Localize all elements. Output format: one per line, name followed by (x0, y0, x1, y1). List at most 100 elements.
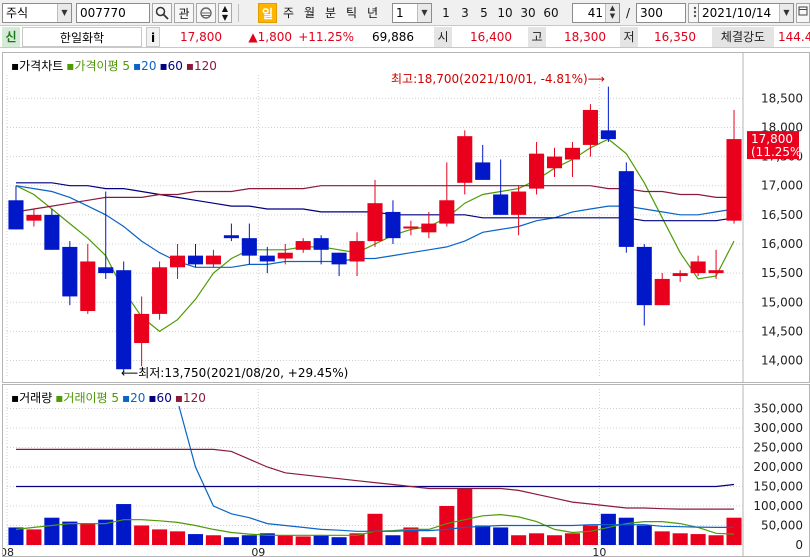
volume-bar[interactable] (169, 531, 186, 545)
volume-legend-item-2[interactable]: ▪20 (122, 391, 145, 405)
volume-bar[interactable] (152, 529, 168, 545)
volume-bar[interactable] (313, 535, 329, 545)
search-button[interactable] (152, 3, 172, 23)
volume-chart-canvas[interactable]: 0 50,000 100,000 150,000 200,000 250,000 300,0… (3, 385, 809, 556)
candle-body[interactable] (98, 267, 114, 274)
volume-bar[interactable] (708, 535, 724, 545)
volume-bar[interactable] (116, 504, 132, 545)
volume-bar[interactable] (582, 525, 598, 546)
candle-body[interactable] (690, 261, 706, 274)
candle-body[interactable] (475, 162, 491, 180)
price-legend-item-3[interactable]: ▪60 (159, 59, 182, 73)
price-legend-item-1[interactable]: ▪가격이평 5 (66, 59, 130, 73)
candle-body[interactable] (546, 156, 563, 169)
candle-body[interactable] (385, 211, 401, 239)
candle-body[interactable] (582, 109, 598, 145)
volume-bar[interactable] (475, 525, 491, 546)
volume-bar[interactable] (187, 534, 204, 545)
candle-body[interactable] (313, 238, 329, 250)
volume-bar[interactable] (546, 535, 563, 545)
candle-body[interactable] (511, 191, 527, 215)
count-total[interactable]: 300 (636, 3, 686, 23)
price-chart-panel[interactable]: 14,000 14,500 15,000 15,500 16,000 16,500 17,0… (2, 52, 810, 383)
volume-bar[interactable] (672, 533, 688, 545)
price-legend-item-2[interactable]: ▪20 (133, 59, 156, 73)
volume-legend-item-0[interactable]: ▪거래량 (11, 391, 52, 405)
volume-bar[interactable] (636, 525, 652, 546)
candle-body[interactable] (654, 278, 670, 306)
interval-tab-0[interactable]: 일 (258, 3, 277, 23)
period-button-30[interactable]: 30 (517, 3, 539, 23)
candle-body[interactable] (116, 270, 132, 370)
candle-body[interactable] (421, 223, 437, 233)
market-select[interactable]: 주식 ▼ (2, 3, 72, 23)
period-button-3[interactable]: 3 (456, 3, 474, 23)
candle-body[interactable] (205, 255, 221, 265)
volume-bar[interactable] (726, 517, 742, 545)
candle-body[interactable] (600, 130, 616, 140)
price-legend-item-0[interactable]: ▪가격차트 (11, 59, 63, 73)
chevron-down-icon[interactable]: ▼ (417, 4, 431, 22)
price-legend-item-4[interactable]: ▪120 (186, 59, 217, 73)
volume-bar[interactable] (134, 525, 150, 546)
candle-body[interactable] (672, 273, 688, 277)
candle-body[interactable] (403, 226, 419, 229)
count-input[interactable]: 41 ▲ ▼ (572, 3, 620, 23)
info-icon[interactable]: i (146, 27, 160, 47)
price-chart-canvas[interactable]: 14,000 14,500 15,000 15,500 16,000 16,500 17,0… (3, 53, 809, 382)
period-button-1[interactable]: 1 (437, 3, 455, 23)
interval-tab-1[interactable]: 주 (279, 3, 298, 23)
volume-bar[interactable] (8, 527, 24, 545)
candle-body[interactable] (80, 261, 96, 311)
gwan-button[interactable]: 관 (174, 3, 194, 23)
volume-bar[interactable] (421, 537, 437, 545)
candle-body[interactable] (152, 267, 168, 314)
sync-button[interactable] (196, 3, 216, 23)
volume-bar[interactable] (367, 513, 383, 545)
volume-bar[interactable] (26, 529, 42, 545)
period-button-60[interactable]: 60 (540, 3, 562, 23)
candle-body[interactable] (457, 136, 473, 183)
volume-bar[interactable] (529, 533, 545, 545)
candle-body[interactable] (26, 214, 42, 221)
chevron-down-icon[interactable]: ▼ (57, 4, 71, 22)
multiplier-select[interactable]: 1 ▼ (392, 3, 432, 23)
volume-bar[interactable] (62, 521, 78, 545)
interval-tab-4[interactable]: 틱 (342, 3, 361, 23)
candle-body[interactable] (708, 270, 724, 274)
candle-body[interactable] (618, 171, 634, 247)
candle-body[interactable] (349, 241, 365, 262)
candle-body[interactable] (331, 252, 347, 265)
volume-bar[interactable] (241, 535, 257, 545)
candle-body[interactable] (493, 194, 509, 215)
date-select[interactable]: 2021/10/14 ▼ (698, 3, 794, 23)
volume-bar[interactable] (511, 535, 527, 545)
interval-tab-3[interactable]: 분 (321, 3, 340, 23)
candle-body[interactable] (259, 255, 275, 262)
volume-bar[interactable] (295, 536, 311, 545)
period-button-5[interactable]: 5 (475, 3, 493, 23)
volume-bar[interactable] (223, 537, 239, 545)
candle-body[interactable] (169, 255, 186, 268)
volume-legend-item-3[interactable]: ▪60 (148, 391, 171, 405)
candle-body[interactable] (564, 147, 581, 160)
spin-icon[interactable]: ▲ ▼ (605, 4, 619, 22)
volume-bar[interactable] (493, 527, 509, 545)
volume-legend-item-1[interactable]: ▪거래이평 5 (55, 391, 119, 405)
period-button-10[interactable]: 10 (494, 3, 516, 23)
volume-bar[interactable] (654, 531, 670, 545)
spin-button[interactable]: ▲ ▼ (218, 3, 232, 23)
volume-bar[interactable] (205, 535, 221, 545)
interval-tab-5[interactable]: 년 (363, 3, 382, 23)
calendar-button[interactable] (796, 3, 810, 23)
volume-bar[interactable] (331, 537, 347, 545)
volume-bar[interactable] (385, 535, 401, 545)
candle-body[interactable] (277, 252, 293, 259)
volume-bar[interactable] (564, 533, 581, 545)
volume-bar[interactable] (618, 517, 634, 545)
candle-body[interactable] (241, 238, 257, 256)
candle-body[interactable] (223, 235, 239, 239)
candle-body[interactable] (295, 241, 311, 250)
candle-body[interactable] (44, 214, 60, 250)
candle-body[interactable] (8, 200, 24, 230)
